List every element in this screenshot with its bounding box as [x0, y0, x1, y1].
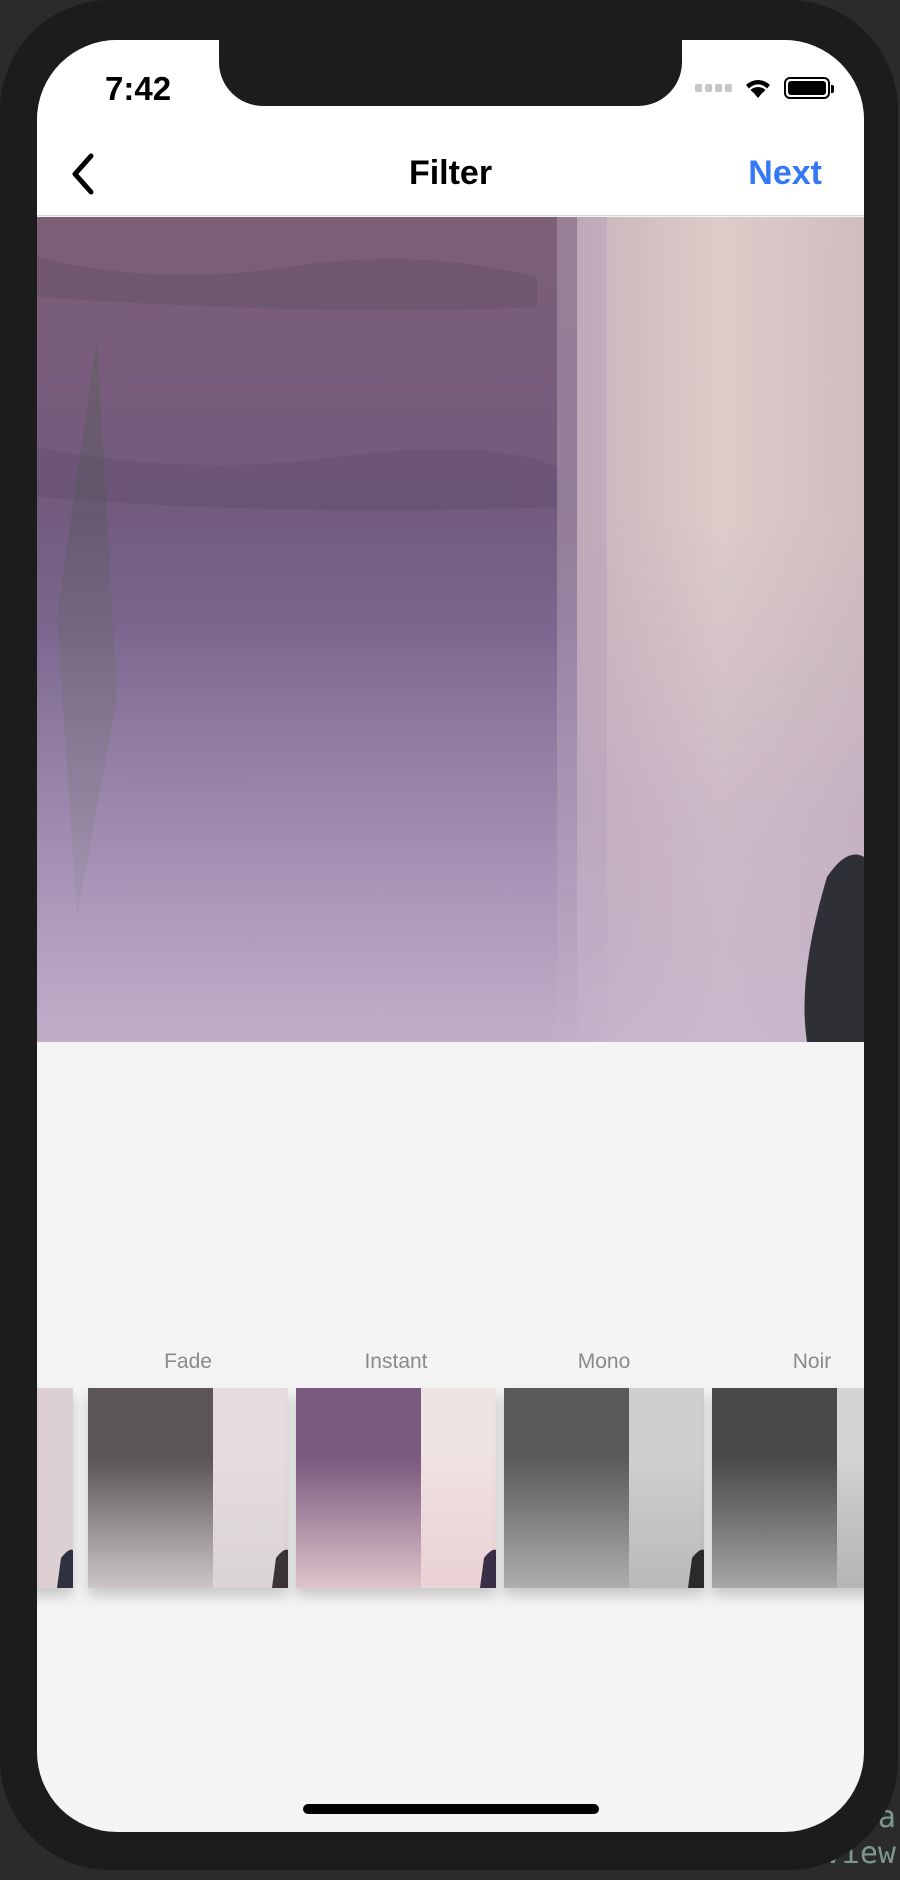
filter-thumbnail-partial[interactable]: [37, 1388, 73, 1588]
photo-preview: [37, 217, 864, 1042]
next-button[interactable]: Next: [748, 154, 822, 193]
filter-thumbnail-fade[interactable]: [88, 1388, 288, 1588]
filter-label: Instant: [364, 1350, 428, 1373]
cellular-signal-icon: [695, 84, 732, 92]
wifi-icon: [746, 80, 770, 98]
filter-thumbnail-mono[interactable]: [504, 1388, 704, 1588]
navigation-bar: Filter Next: [37, 132, 864, 216]
status-icons: [695, 76, 834, 100]
battery-icon: [784, 77, 834, 99]
filter-label: Noir: [792, 1350, 832, 1373]
page-title: Filter: [408, 154, 493, 192]
filter-label: Fade: [164, 1350, 212, 1373]
status-time: 7:42: [105, 70, 172, 107]
phone-frame: 7:42 Filter Next Fade Instant Mono Noir: [0, 0, 898, 1870]
filter-thumbnail-instant[interactable]: [296, 1388, 496, 1588]
device-notch: [219, 40, 682, 106]
filter-carousel[interactable]: Fade Instant Mono Noir: [37, 1350, 864, 1610]
filter-label: Mono: [577, 1350, 631, 1373]
filter-thumbnail-noir[interactable]: [712, 1388, 864, 1588]
home-indicator[interactable]: [303, 1804, 599, 1814]
phone-screen: 7:42 Filter Next Fade Instant Mono Noir: [37, 40, 864, 1832]
